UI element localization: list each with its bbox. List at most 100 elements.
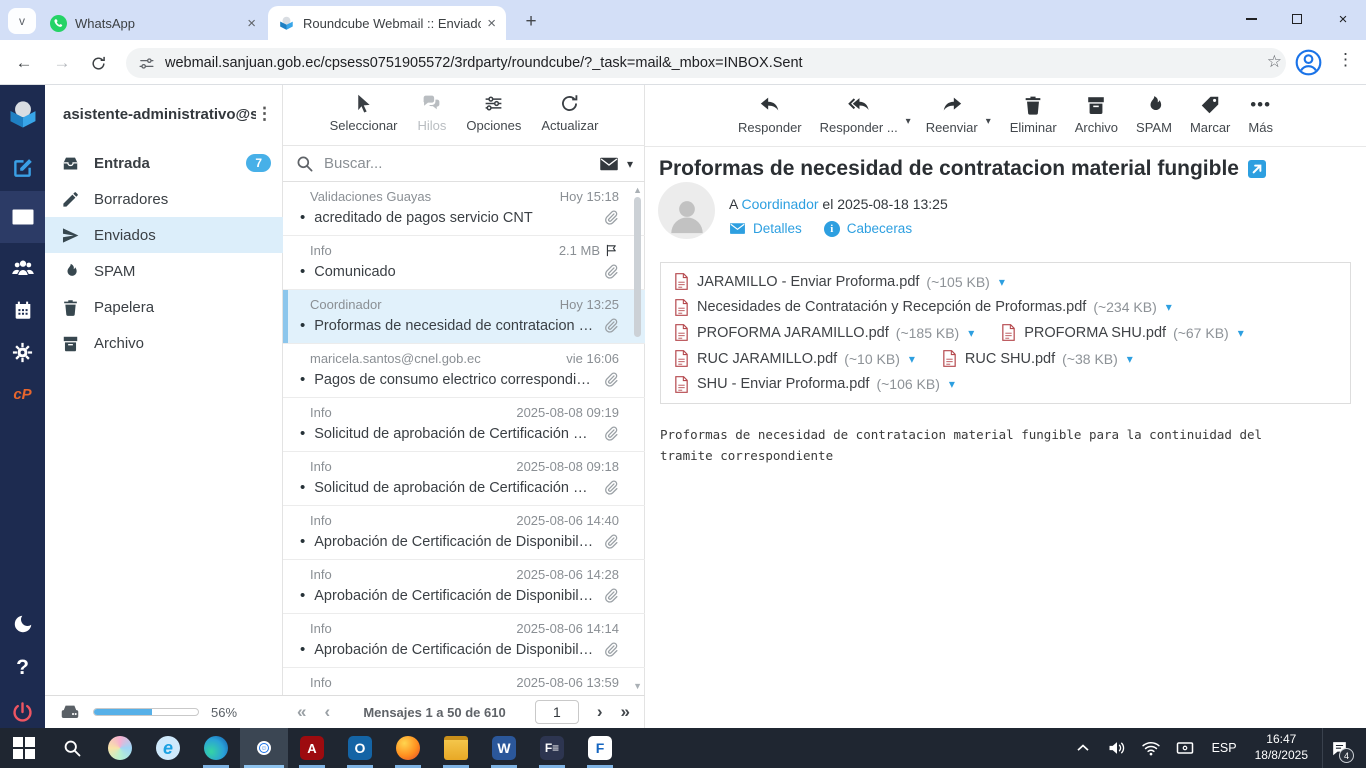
list-scrollbar-up-icon[interactable]: ▲ bbox=[633, 185, 642, 195]
archive-button[interactable]: Archivo bbox=[1075, 94, 1118, 146]
calendar-nav-button[interactable] bbox=[0, 289, 45, 331]
list-scrollbar-down-icon[interactable]: ▼ bbox=[633, 681, 642, 691]
reply-all-button[interactable]: Responder ... ▾ bbox=[820, 94, 911, 146]
refresh-button[interactable]: Actualizar bbox=[541, 93, 598, 145]
attachment-menu-caret-icon[interactable]: ▾ bbox=[968, 326, 974, 340]
open-in-new-window-icon[interactable] bbox=[1247, 160, 1266, 178]
attachment-chip[interactable]: PROFORMA SHU.pdf (~67 KB) ▾ bbox=[1000, 323, 1244, 342]
attachment-menu-caret-icon[interactable]: ▾ bbox=[949, 377, 955, 391]
notification-center-button[interactable]: 4 bbox=[1322, 728, 1356, 768]
message-row[interactable]: Info 2025-08-06 14:40 • Aprobación de Cert… bbox=[283, 506, 645, 560]
forward-button[interactable]: Reenviar ▾ bbox=[926, 94, 991, 146]
app-f1-button[interactable]: F≡ bbox=[528, 728, 576, 768]
cpanel-button[interactable]: cP bbox=[0, 373, 45, 415]
message-row[interactable]: Info 2025-08-06 13:59 bbox=[283, 668, 645, 695]
acrobat-button[interactable]: A bbox=[288, 728, 336, 768]
forward-caret-icon[interactable]: ▾ bbox=[986, 116, 991, 127]
copilot-button[interactable] bbox=[96, 728, 144, 768]
folder-borradores[interactable]: Borradores bbox=[45, 181, 283, 217]
headers-link[interactable]: i Cabeceras bbox=[823, 220, 912, 237]
restore-button[interactable] bbox=[1274, 0, 1320, 38]
message-row[interactable]: maricela.santos@cnel.gob.ec vie 16:06 • Pa… bbox=[283, 344, 645, 398]
browser-profile-icon[interactable] bbox=[1295, 49, 1322, 76]
language-indicator[interactable]: ESP bbox=[1212, 741, 1237, 755]
search-options-chevron-icon[interactable]: ▾ bbox=[627, 157, 633, 171]
search-scope-envelope-icon[interactable] bbox=[599, 154, 619, 174]
wifi-icon[interactable] bbox=[1141, 738, 1161, 758]
search-icon[interactable] bbox=[295, 154, 314, 173]
account-menu-icon[interactable]: ⋮ bbox=[256, 104, 273, 124]
options-button[interactable]: Opciones bbox=[466, 93, 521, 145]
help-button[interactable]: ? bbox=[0, 647, 45, 689]
new-tab-button[interactable]: + bbox=[518, 9, 544, 35]
outlook-button[interactable]: O bbox=[336, 728, 384, 768]
attachment-chip[interactable]: RUC JARAMILLO.pdf (~10 KB) ▾ bbox=[673, 349, 915, 368]
word-button[interactable]: W bbox=[480, 728, 528, 768]
bookmark-star-icon[interactable]: ☆ bbox=[1267, 52, 1282, 72]
folder-enviados[interactable]: Enviados bbox=[45, 217, 283, 253]
minimize-button[interactable] bbox=[1228, 0, 1274, 38]
tab-close-icon[interactable]: × bbox=[487, 15, 496, 32]
start-button[interactable] bbox=[0, 728, 48, 768]
list-scrollbar-thumb[interactable] bbox=[634, 197, 641, 337]
message-row[interactable]: Validaciones Guayas Hoy 15:18 • acreditado… bbox=[283, 182, 645, 236]
reload-button[interactable] bbox=[84, 49, 112, 77]
close-button[interactable]: × bbox=[1320, 0, 1366, 38]
threads-button[interactable]: Hilos bbox=[418, 93, 446, 145]
mail-nav-button[interactable] bbox=[0, 191, 45, 243]
search-input[interactable] bbox=[324, 155, 599, 172]
attachment-chip[interactable]: Necesidades de Contratación y Recepción … bbox=[673, 298, 1172, 317]
tab-close-icon[interactable]: × bbox=[247, 15, 256, 32]
attachment-menu-caret-icon[interactable]: ▾ bbox=[1127, 352, 1133, 366]
attachment-menu-caret-icon[interactable]: ▾ bbox=[999, 275, 1005, 289]
recipient-link[interactable]: Coordinador bbox=[741, 196, 818, 212]
volume-icon[interactable] bbox=[1107, 738, 1127, 758]
logout-button[interactable] bbox=[0, 691, 45, 733]
delete-button[interactable]: Eliminar bbox=[1010, 94, 1057, 146]
internet-explorer-button[interactable]: e bbox=[144, 728, 192, 768]
attachment-chip[interactable]: SHU - Enviar Proforma.pdf (~106 KB) ▾ bbox=[673, 375, 955, 394]
select-button[interactable]: Seleccionar bbox=[330, 93, 398, 145]
mark-button[interactable]: Marcar bbox=[1190, 94, 1230, 146]
next-page-button[interactable]: › bbox=[597, 702, 603, 722]
reply-button[interactable]: Responder bbox=[738, 94, 802, 146]
first-page-button[interactable]: « bbox=[297, 702, 306, 722]
file-explorer-button[interactable] bbox=[432, 728, 480, 768]
message-row[interactable]: Info 2025-08-08 09:19 • Solicitud de aprob… bbox=[283, 398, 645, 452]
firefox-button[interactable] bbox=[384, 728, 432, 768]
chrome-button[interactable]: ☺ bbox=[240, 728, 288, 768]
message-row[interactable]: Info 2025-08-08 09:18 • Solicitud de aprob… bbox=[283, 452, 645, 506]
tab-roundcube[interactable]: Roundcube Webmail :: Enviados × bbox=[268, 6, 506, 40]
attachment-menu-caret-icon[interactable]: ▾ bbox=[909, 352, 915, 366]
page-number-input[interactable]: 1 bbox=[534, 700, 579, 724]
address-bar[interactable]: webmail.sanjuan.gob.ec/cpsess0751905572/… bbox=[126, 48, 1286, 78]
tab-whatsapp[interactable]: WhatsApp × bbox=[40, 6, 266, 40]
taskbar-search-button[interactable] bbox=[48, 728, 96, 768]
message-row[interactable]: Info 2.1 MB • Comunicado bbox=[283, 236, 645, 290]
app-f2-button[interactable]: F bbox=[576, 728, 624, 768]
tray-expand-icon[interactable] bbox=[1073, 738, 1093, 758]
clock[interactable]: 16:47 18/8/2025 bbox=[1255, 732, 1308, 763]
cast-icon[interactable] bbox=[1175, 738, 1195, 758]
reply-all-caret-icon[interactable]: ▾ bbox=[906, 116, 911, 127]
spam-button[interactable]: SPAM bbox=[1136, 94, 1172, 146]
folder-papelera[interactable]: Papelera bbox=[45, 289, 283, 325]
compose-button[interactable] bbox=[0, 147, 45, 189]
more-button[interactable]: ••• Más bbox=[1248, 94, 1273, 146]
contacts-nav-button[interactable] bbox=[0, 247, 45, 289]
details-link[interactable]: Detalles bbox=[729, 220, 802, 237]
message-row-selected[interactable]: Coordinador Hoy 13:25 • Proformas de neces… bbox=[283, 290, 645, 344]
settings-nav-button[interactable] bbox=[0, 331, 45, 373]
forward-button[interactable]: → bbox=[48, 49, 76, 77]
folder-entrada[interactable]: Entrada 7 bbox=[45, 145, 283, 181]
folder-spam[interactable]: SPAM bbox=[45, 253, 283, 289]
attachment-menu-caret-icon[interactable]: ▾ bbox=[1238, 326, 1244, 340]
attachment-menu-caret-icon[interactable]: ▾ bbox=[1166, 300, 1172, 314]
message-row[interactable]: Info 2025-08-06 14:14 • Aprobación de Cert… bbox=[283, 614, 645, 668]
site-info-icon[interactable] bbox=[138, 55, 155, 72]
dark-mode-button[interactable] bbox=[0, 603, 45, 645]
back-button[interactable]: ← bbox=[10, 49, 38, 77]
attachment-chip[interactable]: JARAMILLO - Enviar Proforma.pdf (~105 KB)… bbox=[673, 272, 1005, 291]
last-page-button[interactable]: » bbox=[621, 702, 630, 722]
prev-page-button[interactable]: ‹ bbox=[324, 702, 330, 722]
